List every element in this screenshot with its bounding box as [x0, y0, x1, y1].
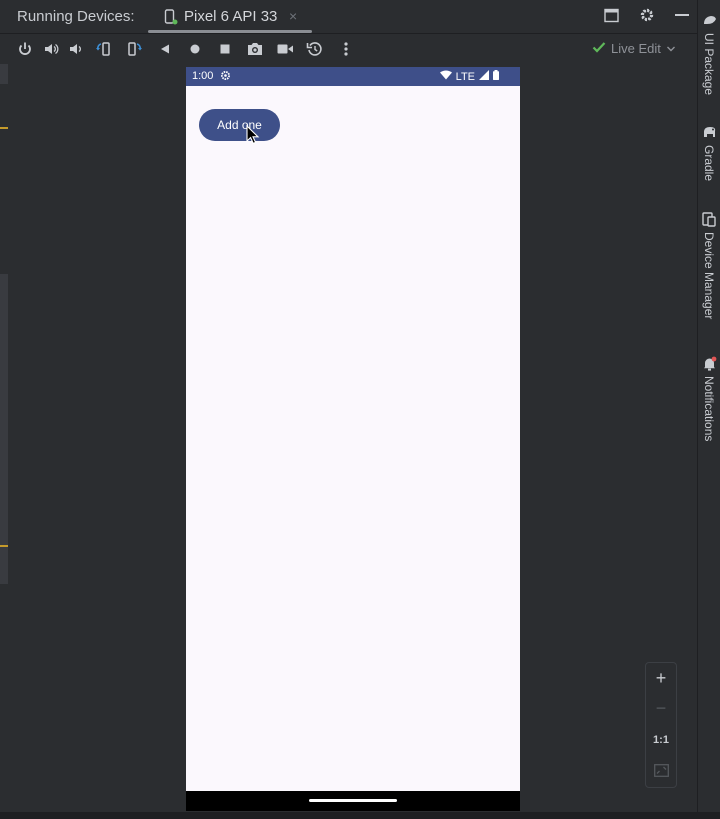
right-tool-window-bar: UI Package Gradle Device Manager Notific… — [697, 0, 720, 812]
tab-close-icon[interactable]: × — [289, 8, 297, 24]
left-scrollbar[interactable] — [0, 274, 8, 584]
minimize-icon[interactable] — [675, 8, 689, 27]
screenshot-icon[interactable] — [246, 40, 264, 58]
status-time: 1:00 — [192, 70, 214, 82]
network-type: LTE — [455, 70, 475, 83]
volume-down-icon[interactable] — [67, 40, 85, 58]
check-icon — [592, 41, 606, 56]
signal-icon — [479, 70, 489, 83]
window-header: Running Devices: Pixel 6 API 33 × — [0, 0, 697, 34]
side-item-label: UI Package — [702, 33, 716, 96]
add-one-button[interactable]: Add one — [199, 109, 280, 141]
device-screen[interactable]: 1:00 LTE Add one — [186, 67, 520, 811]
zoom-controls: + − 1:1 — [645, 662, 677, 788]
side-item-label: Notifications — [702, 376, 716, 442]
mouse-cursor-icon — [246, 124, 260, 150]
home-icon[interactable] — [186, 40, 204, 58]
phone-device-icon — [164, 9, 178, 30]
android-navigation-bar — [186, 791, 520, 811]
tab-selected-indicator — [148, 30, 312, 33]
rotate-right-icon[interactable] — [125, 40, 143, 58]
volume-up-icon[interactable] — [42, 40, 60, 58]
gear-icon[interactable] — [639, 7, 655, 28]
gesture-handle[interactable] — [309, 799, 397, 802]
more-icon[interactable] — [337, 40, 355, 58]
left-edge-panel — [0, 64, 8, 812]
settings-notification-icon — [220, 70, 231, 84]
screen-record-icon[interactable] — [276, 40, 294, 58]
live-edit-dropdown[interactable]: Live Edit — [592, 41, 676, 56]
power-icon[interactable] — [16, 40, 34, 58]
side-item-label: Device Manager — [702, 232, 716, 320]
bell-icon — [702, 356, 717, 371]
android-status-bar: 1:00 LTE — [186, 67, 520, 86]
maximize-icon[interactable] — [604, 8, 619, 28]
back-icon[interactable] — [156, 40, 174, 58]
device-manager-icon — [702, 212, 717, 227]
device-toolbar: Live Edit — [0, 34, 697, 64]
chevron-down-icon — [666, 41, 676, 56]
tab-label: Pixel 6 API 33 — [184, 8, 278, 25]
status-strip — [0, 812, 720, 819]
overview-icon[interactable] — [216, 40, 234, 58]
panel-title: Running Devices: — [17, 8, 135, 25]
fit-screen-button[interactable] — [646, 756, 676, 786]
reset-icon[interactable] — [306, 40, 324, 58]
actual-size-button[interactable]: 1:1 — [646, 725, 676, 755]
running-devices-window: Running Devices: Pixel 6 API 33 × Live E… — [0, 0, 720, 819]
wifi-icon — [439, 70, 452, 83]
device-display-area: 1:00 LTE Add one + − 1:1 — [0, 64, 697, 812]
status-indicators: LTE — [439, 70, 499, 83]
header-actions — [604, 7, 689, 28]
zoom-in-button[interactable]: + — [646, 663, 676, 693]
zoom-out-button[interactable]: − — [646, 693, 676, 723]
fit-screen-icon — [653, 761, 669, 782]
side-item-label: Gradle — [702, 145, 716, 182]
tab-pixel-6-api-33[interactable]: Pixel 6 API 33 × — [148, 0, 312, 34]
rotate-left-icon[interactable] — [95, 40, 113, 58]
gradle-elephant-icon — [702, 125, 717, 140]
battery-icon — [493, 70, 499, 83]
package-icon — [702, 13, 717, 28]
live-edit-label: Live Edit — [611, 41, 661, 56]
